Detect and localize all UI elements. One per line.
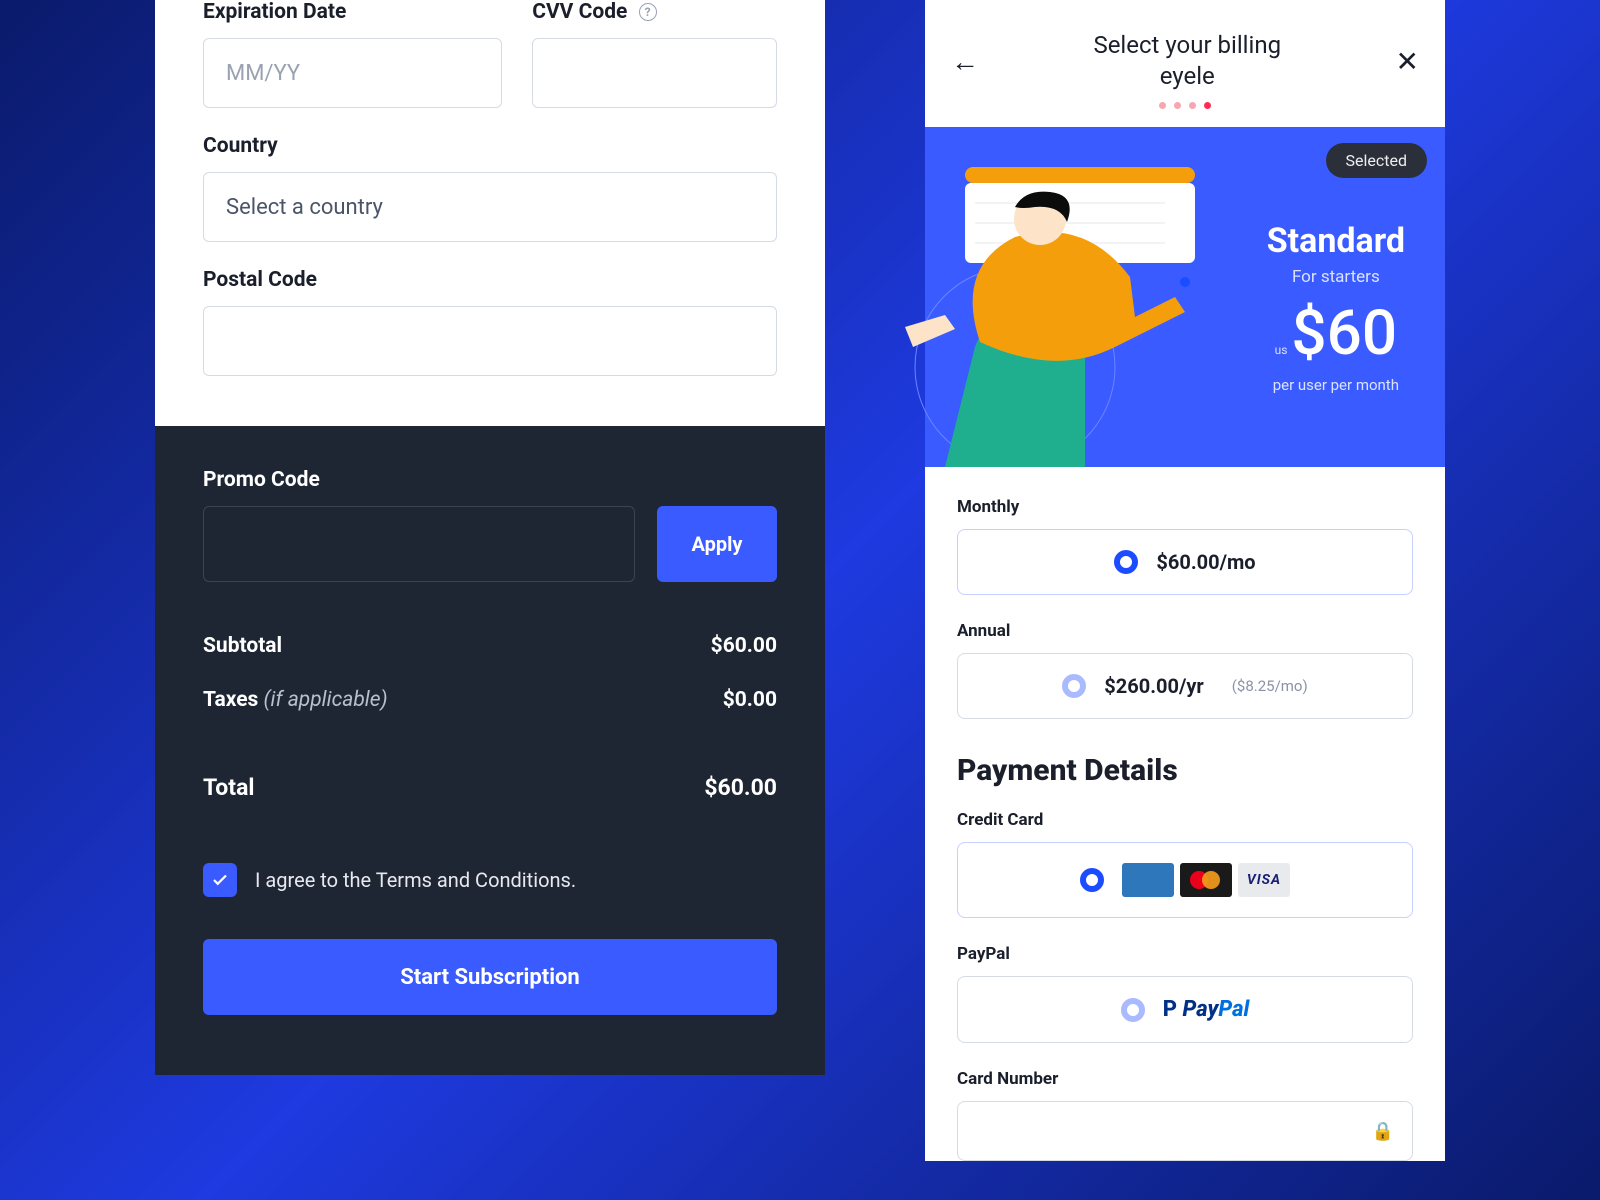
- radio-unselected-icon: [1062, 674, 1086, 698]
- annual-option[interactable]: $260.00/yr ($8.25/mo): [957, 653, 1413, 719]
- apply-button[interactable]: Apply: [657, 506, 777, 582]
- country-label: Country: [203, 134, 777, 158]
- checkout-panel: Expiration Date CVV Code ? Country Selec…: [155, 0, 825, 1075]
- plan-name: Standard: [1267, 221, 1405, 261]
- paypal-icon: P PayPal: [1163, 997, 1249, 1022]
- expiration-input[interactable]: [203, 38, 502, 108]
- plan-price: $60: [1291, 297, 1397, 370]
- panel-title: Select your billing eyele: [979, 30, 1396, 92]
- close-icon[interactable]: ✕: [1396, 45, 1419, 78]
- card-number-input[interactable]: 🔒: [957, 1101, 1413, 1161]
- back-arrow-icon[interactable]: ←: [951, 45, 979, 78]
- visa-icon: VISA: [1238, 863, 1290, 897]
- card-logos: VISA: [1122, 863, 1290, 897]
- lock-icon: 🔒: [1372, 1121, 1394, 1142]
- selected-badge: Selected: [1326, 143, 1427, 178]
- cvv-label-text: CVV Code: [532, 0, 627, 24]
- step-dot-active: [1204, 102, 1211, 109]
- plan-info: Standard For starters us $60 per user pe…: [1267, 221, 1405, 394]
- promo-input[interactable]: [203, 506, 635, 582]
- step-dot: [1159, 102, 1166, 109]
- monthly-option[interactable]: $60.00/mo: [957, 529, 1413, 595]
- monthly-price: $60.00/mo: [1156, 550, 1255, 574]
- promo-label: Promo Code: [203, 468, 777, 492]
- postal-input[interactable]: [203, 306, 777, 376]
- mastercard-icon: [1180, 863, 1232, 897]
- annual-price: $260.00/yr: [1104, 674, 1203, 698]
- start-subscription-button[interactable]: Start Subscription: [203, 939, 777, 1015]
- title-line-2: eyele: [1160, 62, 1215, 90]
- taxes-label-text: Taxes: [203, 688, 258, 712]
- plan-subtitle: For starters: [1267, 267, 1405, 287]
- subtotal-label: Subtotal: [203, 634, 282, 658]
- country-select[interactable]: Select a country: [203, 172, 777, 242]
- plan-per: per user per month: [1267, 376, 1405, 394]
- total-label: Total: [203, 774, 254, 801]
- taxes-value: $0.00: [723, 688, 777, 712]
- order-summary: Promo Code Apply Subtotal $60.00 Taxes (…: [155, 426, 825, 1075]
- annual-sub: ($8.25/mo): [1232, 677, 1308, 695]
- card-number-label: Card Number: [957, 1069, 1413, 1089]
- payment-details-heading: Payment Details: [957, 753, 1413, 788]
- credit-card-option[interactable]: VISA: [957, 842, 1413, 918]
- title-line-1: Select your billing: [1093, 31, 1281, 59]
- subtotal-value: $60.00: [711, 634, 777, 658]
- step-dot: [1174, 102, 1181, 109]
- expiration-label: Expiration Date: [203, 0, 502, 24]
- step-dots: [925, 102, 1445, 127]
- monthly-label: Monthly: [957, 497, 1413, 517]
- total-value: $60.00: [704, 774, 777, 801]
- cvv-label: CVV Code ?: [532, 0, 777, 24]
- taxes-label: Taxes (if applicable): [203, 688, 388, 712]
- check-icon: [211, 871, 229, 889]
- agree-text: I agree to the Terms and Conditions.: [255, 868, 576, 892]
- radio-selected-icon: [1080, 868, 1104, 892]
- step-dot: [1189, 102, 1196, 109]
- postal-label: Postal Code: [203, 268, 777, 292]
- person-illustration: [885, 147, 1225, 467]
- taxes-note: (if applicable): [264, 688, 388, 712]
- billing-form-top: Expiration Date CVV Code ? Country Selec…: [155, 0, 825, 426]
- annual-label: Annual: [957, 621, 1413, 641]
- agree-checkbox[interactable]: [203, 863, 237, 897]
- help-icon[interactable]: ?: [639, 3, 657, 21]
- amex-icon: [1122, 863, 1174, 897]
- plan-hero: Selected Standard For starters us $60: [925, 127, 1445, 467]
- paypal-label: PayPal: [957, 944, 1413, 964]
- cvv-input[interactable]: [532, 38, 777, 108]
- paypal-option[interactable]: P PayPal: [957, 976, 1413, 1043]
- currency-prefix: us: [1275, 343, 1288, 357]
- billing-cycle-panel: ← Select your billing eyele ✕ Selected: [925, 0, 1445, 1161]
- radio-unselected-icon: [1121, 998, 1145, 1022]
- credit-card-label: Credit Card: [957, 810, 1413, 830]
- radio-selected-icon: [1114, 550, 1138, 574]
